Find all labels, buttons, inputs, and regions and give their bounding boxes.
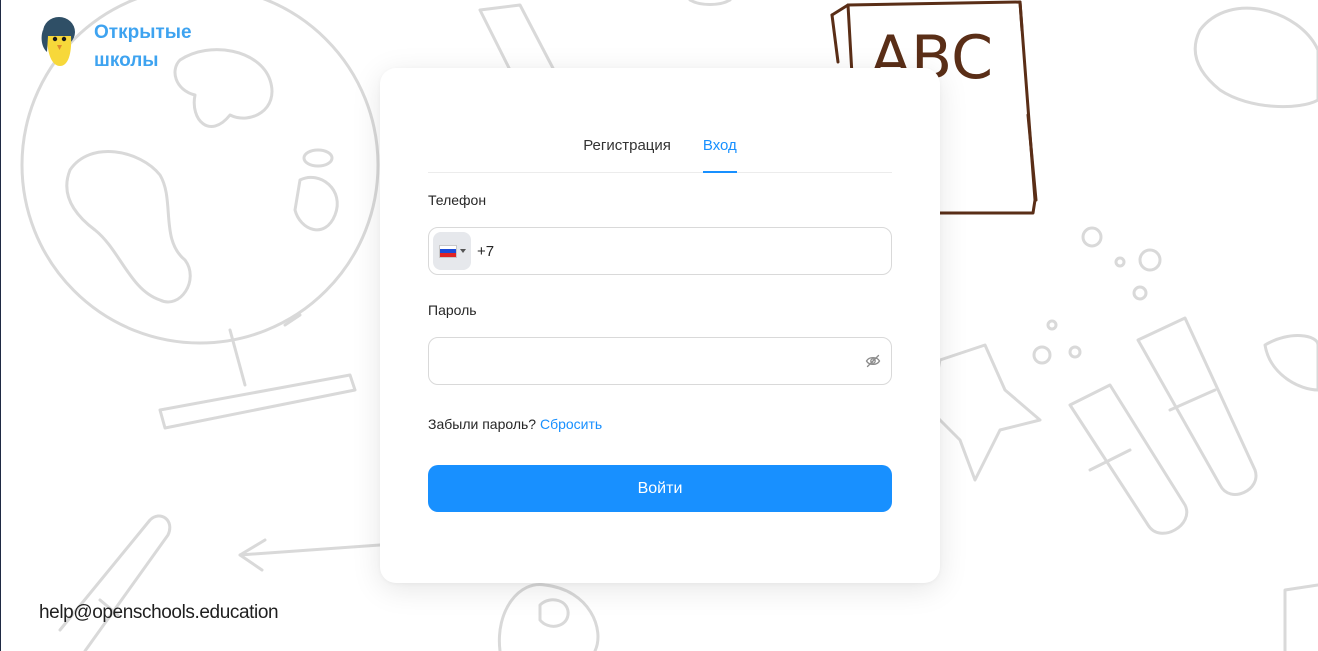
tab-registration[interactable]: Регистрация bbox=[583, 124, 671, 172]
planet-doodle-icon bbox=[1193, 6, 1318, 392]
brand-name: Открытые школы bbox=[94, 19, 204, 75]
star-doodle-icon bbox=[928, 343, 1042, 482]
password-label: Пароль bbox=[428, 302, 477, 318]
country-selector[interactable] bbox=[433, 232, 471, 270]
auth-tabs: Регистрация Вход bbox=[428, 124, 892, 173]
test-tubes-doodle-icon bbox=[1032, 226, 1258, 535]
eye-off-icon[interactable] bbox=[865, 353, 881, 369]
phone-input[interactable] bbox=[477, 228, 877, 274]
password-field bbox=[428, 337, 892, 385]
brand-logo[interactable]: Открытые школы bbox=[40, 14, 204, 75]
reset-password-link[interactable]: Сбросить bbox=[540, 416, 602, 432]
phone-label: Телефон bbox=[428, 192, 487, 208]
russia-flag-icon bbox=[438, 244, 457, 258]
forgot-password-text: Забыли пароль? bbox=[428, 416, 537, 432]
login-card: Регистрация Вход Телефон Пароль Забыли п… bbox=[380, 68, 940, 583]
help-email-link[interactable]: help@openschools.education bbox=[39, 602, 279, 624]
password-input[interactable] bbox=[441, 338, 851, 384]
phone-field bbox=[428, 227, 892, 275]
login-button[interactable]: Войти bbox=[428, 465, 892, 512]
scale-doodle-icon bbox=[1283, 583, 1318, 651]
curve-doodle-icon bbox=[688, 0, 732, 6]
forgot-password-row: Забыли пароль? Сбросить bbox=[428, 416, 602, 432]
chevron-down-icon bbox=[459, 249, 466, 253]
arrow-doodle-icon bbox=[238, 538, 382, 572]
rocket-doodle-icon bbox=[58, 514, 172, 651]
brand-name-line2: школы bbox=[94, 50, 159, 71]
tab-login[interactable]: Вход bbox=[702, 124, 737, 173]
microscope-doodle-icon bbox=[497, 582, 600, 651]
brand-name-line1: Открытые bbox=[94, 22, 192, 43]
penguin-logo-icon bbox=[41, 17, 75, 66]
